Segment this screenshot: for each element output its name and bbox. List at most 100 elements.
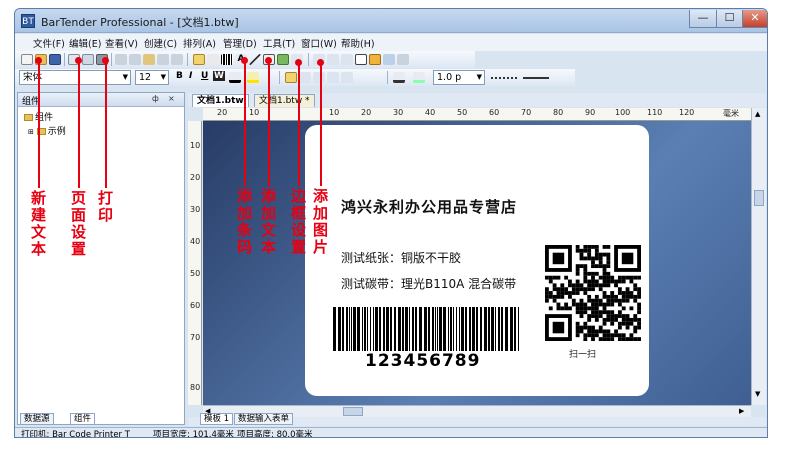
paste-icon[interactable] — [143, 54, 155, 65]
paper-type-text[interactable]: 测试纸张：铜版不干胶 — [341, 249, 461, 266]
zoom-out-icon[interactable] — [327, 54, 339, 65]
barcode-number-text[interactable]: 123456789 — [365, 351, 480, 371]
scroll-right-icon[interactable]: ▶ — [739, 407, 744, 415]
new-document-icon[interactable] — [21, 54, 33, 65]
scan-caption-text[interactable]: 扫一扫 — [569, 347, 596, 360]
qr-module — [579, 298, 584, 303]
barcode-bar — [405, 307, 408, 351]
label-template[interactable]: 鸿兴永利办公用品专营店 测试纸张：铜版不干胶 测试碳带：理光B110A 混合碳带… — [305, 125, 649, 396]
grid-icon[interactable] — [383, 54, 395, 65]
scroll-thumb[interactable] — [754, 190, 764, 206]
barcode-bar — [480, 307, 482, 351]
qr-module — [625, 314, 630, 318]
qr-module — [583, 264, 588, 269]
highlight-color-icon[interactable] — [247, 72, 259, 83]
barcode-bar — [351, 307, 352, 351]
redo-icon[interactable] — [171, 54, 183, 65]
underline-button[interactable]: U — [201, 71, 208, 81]
close-icon[interactable]: × — [168, 94, 175, 103]
tab-document-1[interactable]: 文档1.btw — [192, 94, 249, 107]
window-title: BarTender Professional - [文档1.btw] — [41, 16, 239, 29]
qr-module — [602, 317, 607, 322]
menu-arrange[interactable]: 排列(A) — [183, 36, 216, 50]
qr-module — [602, 279, 607, 284]
qr-module — [591, 298, 595, 303]
justify-icon[interactable] — [327, 72, 339, 83]
align-left-icon[interactable] — [285, 72, 297, 83]
align-center-icon[interactable] — [299, 72, 311, 83]
barcode-object[interactable] — [333, 307, 519, 351]
pin-icon[interactable]: ф — [152, 94, 159, 103]
add-picture-icon[interactable] — [277, 54, 289, 65]
menu-help[interactable]: 帮助(H) — [341, 36, 375, 50]
maximize-button[interactable]: ☐ — [716, 10, 743, 28]
ruler-number: 20 — [190, 173, 201, 182]
title-bar[interactable]: BT BarTender Professional - [文档1.btw] — … — [15, 9, 767, 33]
add-barcode-icon[interactable] — [221, 54, 233, 65]
scroll-down-icon[interactable]: ▼ — [755, 390, 760, 398]
qr-module — [598, 314, 603, 318]
ruler-number: 60 — [190, 301, 201, 310]
database-icon[interactable] — [369, 54, 381, 65]
tab-template-1[interactable]: 模板 1 — [200, 413, 234, 425]
menu-tools[interactable]: 工具(T) — [263, 36, 295, 50]
tree-item-examples[interactable]: ⊞ 示例 — [28, 124, 66, 137]
menu-file[interactable]: 文件(F) — [33, 36, 65, 50]
line-end-icon[interactable] — [523, 72, 549, 83]
qr-code-image[interactable] — [545, 245, 641, 341]
close-button[interactable]: ✕ — [742, 10, 767, 28]
text-cursor-icon[interactable] — [207, 54, 219, 65]
zoom-page-icon[interactable] — [355, 54, 367, 65]
vertical-scrollbar[interactable]: ▲ ▼ — [751, 108, 766, 405]
align-right-icon[interactable] — [313, 72, 325, 83]
more-tools-icon[interactable] — [397, 54, 409, 65]
design-workspace[interactable]: 鸿兴永利办公用品专营店 测试纸张：铜版不干胶 测试碳带：理光B110A 混合碳带… — [203, 121, 751, 405]
font-color-icon[interactable] — [229, 72, 241, 83]
line-icon[interactable] — [249, 54, 261, 65]
menu-view[interactable]: 查看(V) — [105, 36, 138, 50]
qr-module — [591, 279, 595, 284]
status-bar: 打印机: Bar Code Printer T 项目宽度: 101.4毫米 项目… — [15, 427, 767, 437]
ribbon-type-text[interactable]: 测试碳带：理光B110A 混合碳带 — [341, 275, 516, 292]
rotate-icon[interactable] — [341, 72, 353, 83]
qr-module — [594, 314, 599, 318]
menu-manage[interactable]: 管理(D) — [223, 36, 257, 50]
tab-datasource[interactable]: 数据源 — [20, 413, 54, 425]
zoom-fit-icon[interactable] — [341, 54, 353, 65]
qr-module — [606, 245, 611, 249]
line-color-icon[interactable] — [393, 72, 405, 83]
expand-icon[interactable]: ⊞ — [28, 128, 34, 136]
line-style-icon[interactable] — [491, 72, 517, 83]
qr-module — [587, 317, 592, 322]
menu-edit[interactable]: 编辑(E) — [69, 36, 101, 50]
line-width-select[interactable]: 1.0 p ▼ — [433, 70, 485, 85]
toolbar-separator — [64, 53, 65, 66]
word-art-button[interactable]: W — [213, 71, 225, 81]
font-name-select[interactable]: 宋体 ▼ — [19, 70, 131, 85]
cut-icon[interactable] — [115, 54, 127, 65]
save-icon[interactable] — [49, 54, 61, 65]
bold-button[interactable]: B — [176, 71, 183, 81]
ruler-number: 50 — [190, 269, 201, 278]
select-pointer-icon[interactable] — [193, 54, 205, 65]
fill-color-icon[interactable] — [413, 72, 425, 83]
font-size-select[interactable]: 12 ▼ — [135, 70, 169, 85]
menu-create[interactable]: 创建(C) — [144, 36, 177, 50]
tab-components[interactable]: 组件 — [70, 413, 96, 425]
qr-module — [610, 310, 615, 315]
undo-icon[interactable] — [157, 54, 169, 65]
print-preview-icon[interactable] — [82, 54, 94, 65]
qr-module — [594, 248, 599, 253]
menu-window[interactable]: 窗口(W) — [301, 36, 337, 50]
copy-icon[interactable] — [129, 54, 141, 65]
scroll-thumb[interactable] — [343, 407, 363, 416]
italic-button[interactable]: I — [189, 71, 192, 81]
minimize-button[interactable]: — — [689, 10, 717, 28]
company-name-text[interactable]: 鸿兴永利办公用品专营店 — [341, 196, 517, 217]
tab-document-1-modified[interactable]: 文档1.btw * — [254, 94, 315, 107]
qr-module — [606, 271, 611, 276]
scroll-up-icon[interactable]: ▲ — [755, 110, 760, 118]
annotation-add-text: 添加文本 — [260, 187, 276, 256]
printer-status[interactable]: 打印机: Bar Code Printer T — [21, 428, 130, 437]
tab-data-entry-form[interactable]: 数据输入表单 — [234, 413, 294, 425]
